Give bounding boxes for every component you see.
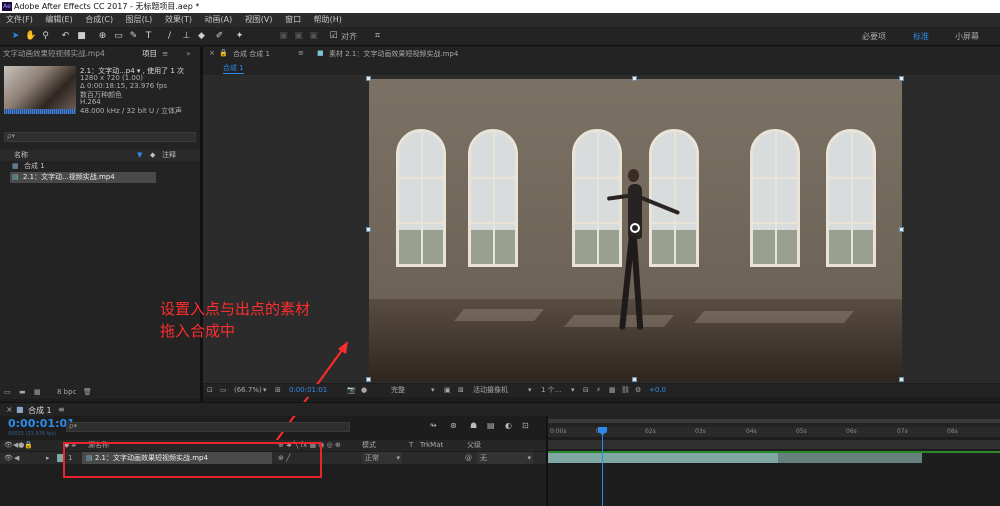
views-dropdown[interactable]: 1 个...	[541, 384, 561, 397]
viewer-controls: ⊡ ▭ (66.7%) ▾ ⊞ 0:00:01:01 📷 ● 完整 ▾ ▣ ⊠ …	[203, 384, 1000, 397]
timeline-switches: ↬ ⊛ ☗ ▤ ◐ ⊡	[425, 421, 545, 433]
flowchart-icon[interactable]: ⛓	[621, 384, 630, 397]
mode-value: 正常	[365, 454, 379, 462]
chevron-down-icon[interactable]: ▾	[528, 384, 532, 397]
graph-editor-icon[interactable]: ⊡	[522, 421, 529, 430]
color-channel-icon[interactable]: ●	[361, 384, 367, 397]
reset-exposure-icon[interactable]: ⚙	[635, 384, 641, 397]
timeline-timecode-frames: 00025 (23.976 fps)	[8, 431, 57, 437]
highlight-box	[63, 442, 322, 478]
camera-dropdown[interactable]: 活动摄像机	[473, 384, 508, 397]
snapshot-icon[interactable]: 📷	[347, 384, 356, 397]
col-mode[interactable]: 模式	[362, 440, 376, 451]
parent-value: 无	[480, 454, 487, 462]
motion-blur-icon[interactable]: ◐	[505, 421, 512, 430]
draft-3d-icon[interactable]: ⊛	[450, 421, 457, 430]
composition-icon: ■	[16, 405, 24, 414]
ruler-tick: 0:00s	[550, 428, 567, 435]
expand-arrow-icon[interactable]: ▸	[46, 452, 50, 464]
chevron-down-icon: ▾	[527, 454, 531, 462]
ruler-tick: 06s	[846, 428, 857, 435]
chevron-down-icon: ▾	[396, 454, 400, 462]
pickwhip-icon[interactable]: @	[465, 452, 472, 464]
render-cache-bar	[548, 451, 1000, 453]
frame-blending-icon[interactable]: ▤	[487, 421, 495, 430]
timeline-header: × ■ 合成 1 ≡	[0, 402, 1000, 416]
col-t: T	[409, 441, 414, 449]
col-trkmat[interactable]: TrkMat	[420, 440, 443, 451]
timecode-button[interactable]: 0:00:01:01	[289, 384, 327, 397]
ruler-tick: 05s	[796, 428, 807, 435]
av-features-icon: 👁◀●🔒	[4, 441, 34, 449]
exposure-value[interactable]: +0.0	[649, 384, 666, 397]
timeline-tab[interactable]: 合成 1	[28, 405, 52, 416]
region-of-interest-icon[interactable]: ▣	[444, 384, 451, 397]
timeline-toggle-icon[interactable]: ▦	[609, 384, 616, 397]
toggle-pixel-aspect-icon[interactable]: ⊟	[583, 384, 589, 397]
layer-duration-bar-tail[interactable]	[778, 453, 922, 463]
close-tab-icon[interactable]: ×	[6, 405, 13, 414]
hide-shy-icon[interactable]: ☗	[470, 421, 477, 430]
comp-mini-flowchart-icon[interactable]: ↬	[430, 421, 437, 430]
ruler-tick: 07s	[897, 428, 908, 435]
panel-menu-icon[interactable]: ≡	[58, 405, 65, 414]
transparency-grid-icon[interactable]: ⊠	[458, 384, 464, 397]
timeline-timecode[interactable]: 0:00:01:01	[8, 417, 75, 430]
mode-dropdown[interactable]: 正常 ▾	[362, 452, 402, 464]
eye-icon[interactable]: 👁	[4, 452, 13, 464]
work-area-bar[interactable]	[548, 440, 1000, 449]
ruler-tick: 03s	[695, 428, 706, 435]
chevron-down-icon[interactable]: ▾	[431, 384, 435, 397]
safe-margins-icon[interactable]: ⊞	[275, 384, 281, 397]
search-icon: ρ▾	[69, 422, 77, 430]
col-parent[interactable]: 父级	[467, 440, 481, 451]
chevron-down-icon[interactable]: ▾	[263, 384, 267, 397]
audio-icon[interactable]: ◀	[14, 452, 19, 464]
zoom-dropdown[interactable]: (66.7%)	[234, 384, 262, 397]
fast-previews-icon[interactable]: ⚡	[596, 384, 601, 397]
resolution-dropdown[interactable]: 完整	[391, 384, 405, 397]
ruler-tick: 02s	[645, 428, 656, 435]
ruler-tick: 08s	[947, 428, 958, 435]
time-ruler[interactable]: 0:00s 01s 02s 03s 04s 05s 06s 07s 08s	[548, 427, 1000, 437]
always-preview-icon[interactable]: ⊡	[207, 384, 213, 397]
chevron-down-icon[interactable]: ▾	[571, 384, 575, 397]
ruler-tick: 04s	[746, 428, 757, 435]
monitor-icon[interactable]: ▭	[220, 384, 227, 397]
timeline-navigator[interactable]	[548, 416, 1000, 427]
timeline-search-input[interactable]: ρ▾	[66, 422, 350, 432]
parent-dropdown[interactable]: 无 ▾	[477, 452, 533, 464]
navigator-bar[interactable]	[548, 419, 1000, 423]
playhead-line[interactable]	[602, 427, 603, 506]
